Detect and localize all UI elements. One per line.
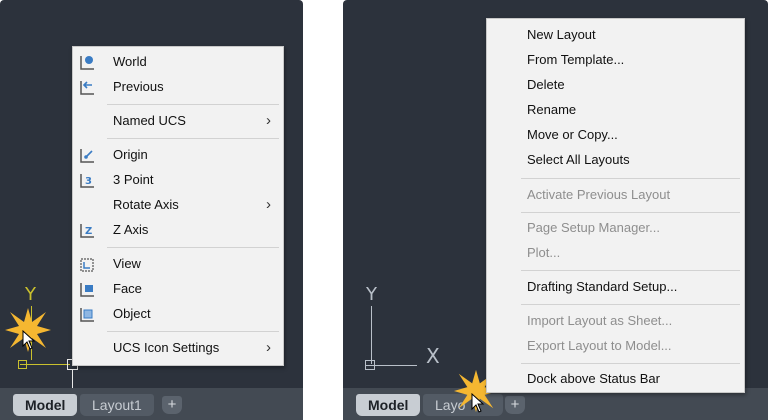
tab-layout1[interactable]: Layout1 (80, 394, 154, 416)
menu-item-ucs-icon-settings[interactable]: UCS Icon Settings › (73, 336, 283, 361)
menu-item-activate-previous-layout[interactable]: Activate Previous Layout (487, 183, 744, 208)
ucs-3point-icon: 3 (80, 174, 94, 188)
menu-separator (107, 104, 279, 105)
menu-item-move-or-copy[interactable]: Move or Copy... (487, 123, 744, 148)
ucs-y-axis (371, 306, 372, 364)
tab-model[interactable]: Model (356, 394, 421, 416)
ucs-context-menu: World Previous Named UCS › Origin 3 3 Po… (72, 46, 284, 366)
svg-text:3: 3 (85, 176, 92, 187)
menu-item-plot[interactable]: Plot... (487, 241, 744, 266)
submenu-arrow-icon: › (266, 196, 271, 213)
ucs-x-label: X (426, 344, 440, 368)
menu-separator (521, 212, 740, 213)
ucs-world-icon (80, 56, 94, 70)
menu-separator (521, 270, 740, 271)
menu-item-rotate-axis[interactable]: Rotate Axis › (73, 193, 283, 218)
menu-item-3-point[interactable]: 3 3 Point (73, 168, 283, 193)
mouse-cursor-icon (22, 330, 36, 350)
menu-item-z-axis[interactable]: Z Z Axis (73, 218, 283, 243)
svg-text:Z: Z (85, 226, 92, 237)
menu-item-world[interactable]: World (73, 50, 283, 75)
menu-item-delete[interactable]: Delete (487, 73, 744, 98)
menu-item-rename[interactable]: Rename (487, 98, 744, 123)
menu-item-previous[interactable]: Previous (73, 75, 283, 100)
ucs-view-icon (80, 258, 94, 272)
menu-item-import-layout-as-sheet[interactable]: Import Layout as Sheet... (487, 309, 744, 334)
menu-item-object[interactable]: Object (73, 302, 283, 327)
drawing-area-left[interactable]: Y Model Layout1 + World Previous Named U… (0, 0, 303, 420)
menu-item-named-ucs[interactable]: Named UCS › (73, 109, 283, 134)
menu-item-page-setup-manager[interactable]: Page Setup Manager... (487, 216, 744, 241)
menu-item-dock-above-status-bar[interactable]: Dock above Status Bar (487, 367, 744, 392)
tab-model[interactable]: Model (13, 394, 78, 416)
ucs-grip-line (72, 370, 73, 390)
mouse-cursor-icon (471, 393, 485, 413)
layout-tab-bar: Model Layout1 + (0, 388, 303, 420)
add-layout-button[interactable]: + (162, 396, 182, 414)
menu-item-view[interactable]: View (73, 252, 283, 277)
menu-item-select-all-layouts[interactable]: Select All Layouts (487, 148, 744, 173)
ucs-zaxis-icon: Z (80, 224, 94, 238)
menu-separator (521, 178, 740, 179)
ucs-origin-icon (80, 149, 94, 163)
ucs-object-icon (80, 308, 94, 322)
ucs-x-axis (20, 364, 70, 365)
menu-item-face[interactable]: Face (73, 277, 283, 302)
ucs-origin-square (365, 360, 375, 370)
ucs-previous-icon (80, 81, 94, 95)
menu-separator (107, 138, 279, 139)
add-layout-button[interactable]: + (505, 396, 525, 414)
ucs-y-label: Y (366, 284, 377, 305)
menu-item-new-layout[interactable]: New Layout (487, 23, 744, 48)
ucs-face-icon (80, 283, 94, 297)
menu-separator (521, 304, 740, 305)
submenu-arrow-icon: › (266, 112, 271, 129)
drawing-area-right[interactable]: Y X Model Layo + New Layout From Templat… (343, 0, 768, 420)
menu-separator (521, 363, 740, 364)
menu-separator (107, 247, 279, 248)
menu-item-origin[interactable]: Origin (73, 143, 283, 168)
menu-item-export-layout-to-model[interactable]: Export Layout to Model... (487, 334, 744, 359)
ucs-y-label: Y (25, 284, 36, 305)
menu-item-from-template[interactable]: From Template... (487, 48, 744, 73)
layout-tab-context-menu: New Layout From Template... Delete Renam… (486, 18, 745, 393)
submenu-arrow-icon: › (266, 339, 271, 356)
menu-separator (107, 331, 279, 332)
ucs-origin-square (18, 360, 27, 369)
menu-item-drafting-standard-setup[interactable]: Drafting Standard Setup... (487, 275, 744, 300)
